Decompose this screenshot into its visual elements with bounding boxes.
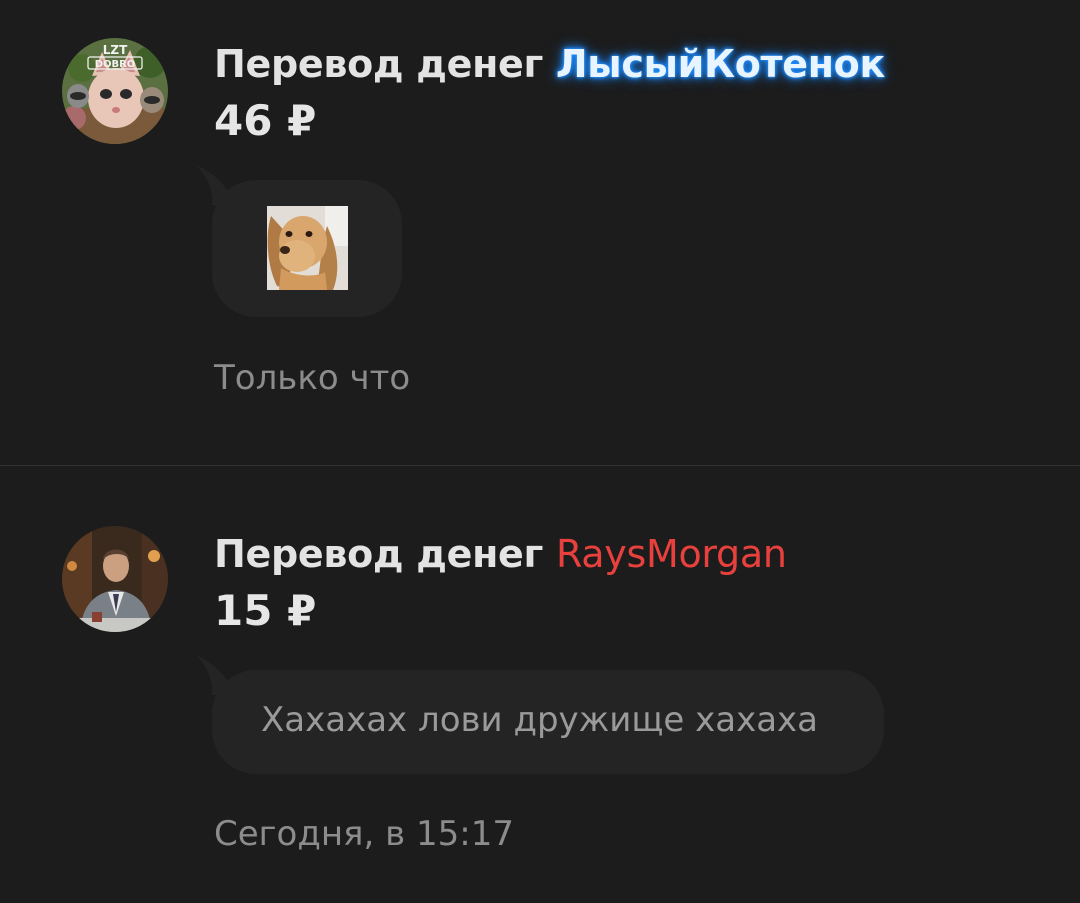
transfer-title: Перевод денег RaysMorgan	[214, 532, 787, 576]
man-in-suit-avatar-image	[62, 526, 168, 632]
user-avatar[interactable]	[62, 526, 168, 632]
transfer-item: LZT DOBRO Перевод денег ЛысыйКотенок 46 …	[0, 0, 1080, 465]
transfer-time: Только что	[214, 358, 411, 398]
transfer-time: Сегодня, в 15:17	[214, 814, 514, 854]
svg-text:DOBRO: DOBRO	[95, 59, 136, 70]
transfer-title-prefix: Перевод денег	[214, 532, 544, 576]
transfer-title: Перевод денег ЛысыйКотенок	[214, 42, 885, 86]
cat-avatar-image: LZT DOBRO	[62, 38, 168, 144]
transfer-title-prefix: Перевод денег	[214, 42, 544, 86]
dog-sticker-icon[interactable]	[267, 206, 348, 290]
message-text: Хахахах лови дружище хахаха	[261, 700, 818, 740]
transfer-amount: 15 ₽	[214, 586, 317, 635]
username-link[interactable]: RaysMorgan	[556, 532, 787, 576]
username-link[interactable]: ЛысыйКотенок	[556, 42, 885, 86]
user-avatar[interactable]: LZT DOBRO	[62, 38, 168, 144]
transfer-amount: 46 ₽	[214, 96, 317, 145]
svg-text:LZT: LZT	[103, 43, 128, 57]
transfer-item: Перевод денег RaysMorgan 15 ₽ Хахахах ло…	[0, 466, 1080, 903]
